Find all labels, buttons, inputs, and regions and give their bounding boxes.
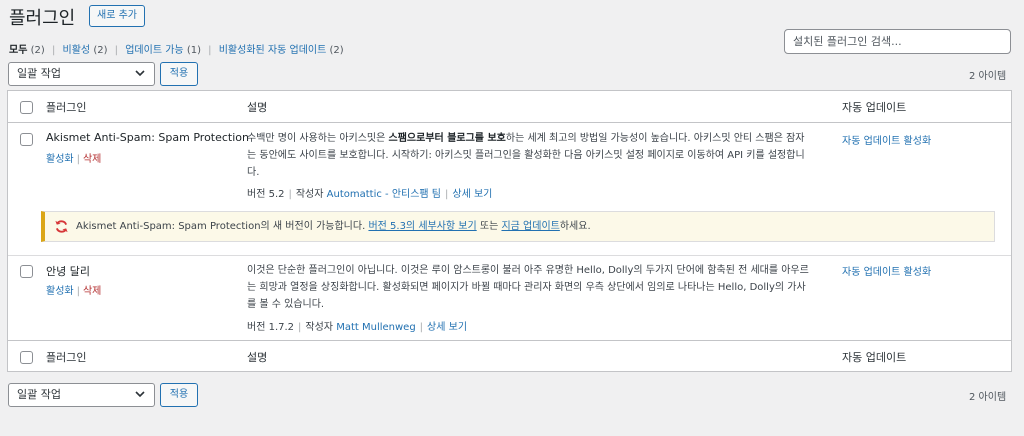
desc-text: 수백만 명이 사용하는 아키스밋은: [247, 133, 389, 144]
select-all-checkbox[interactable]: [20, 101, 33, 114]
view-version-details-link[interactable]: 버전 5.3의 세부사항 보기: [368, 221, 476, 232]
plugins-table: 플러그인 설명 자동 업데이트 Akismet Anti-Spam: Spam …: [7, 90, 1012, 372]
plugin-search-input[interactable]: [784, 29, 1011, 54]
chevron-down-icon: [135, 70, 145, 77]
row-divider: [8, 255, 1011, 256]
status-filters: 모두 (2) | 비활성 (2) | 업데이트 가능 (1) | 비활성화된 자…: [9, 41, 344, 56]
filter-auto-disabled-count: (2): [329, 45, 344, 56]
meta-separator: |: [445, 189, 449, 200]
filter-inactive-count: (2): [93, 45, 108, 56]
filter-all[interactable]: 모두: [9, 45, 27, 56]
filter-separator: |: [51, 45, 56, 56]
column-plugin-footer[interactable]: 플러그인: [46, 349, 86, 365]
page-title: 플러그인: [9, 8, 76, 29]
update-icon: [55, 220, 68, 233]
chevron-down-icon: [135, 391, 145, 398]
bulk-action-select-bottom[interactable]: 일괄 작업: [8, 383, 155, 407]
delete-link[interactable]: 삭제: [83, 286, 101, 297]
author-link[interactable]: Automattic - 안티스팸 팀: [327, 189, 441, 200]
add-new-button[interactable]: 새로 추가: [89, 5, 145, 27]
column-auto-update-footer: 자동 업데이트: [842, 351, 907, 364]
filter-update-available[interactable]: 업데이트 가능: [125, 45, 183, 56]
row-checkbox[interactable]: [20, 265, 33, 278]
author-label: 작성자: [295, 189, 324, 200]
plugin-version: 버전 1.7.2: [247, 322, 295, 333]
update-notice: Akismet Anti-Spam: Spam Protection의 새 버전…: [41, 211, 995, 242]
plugin-meta: 버전 5.2 | 작성자 Automattic - 안티스팸 팀 | 상세 보기: [247, 185, 492, 200]
meta-separator: |: [298, 322, 302, 333]
author-link[interactable]: Matt Mullenweg: [336, 322, 415, 333]
filter-auto-update-disabled[interactable]: 비활성화된 자동 업데이트: [219, 45, 327, 56]
plugin-version: 버전 5.2: [247, 189, 285, 200]
view-details-link[interactable]: 상세 보기: [427, 322, 467, 333]
filter-all-count: (2): [30, 45, 45, 56]
meta-separator: |: [288, 189, 292, 200]
meta-separator: |: [419, 322, 424, 333]
column-plugin[interactable]: 플러그인: [46, 99, 86, 115]
desc-bold-text: 스팸으로부터 블로그를 보호: [388, 133, 506, 144]
filter-inactive[interactable]: 비활성: [63, 45, 91, 56]
notice-text: 하세요.: [559, 221, 591, 232]
filter-separator: |: [208, 45, 212, 56]
enable-auto-update-link[interactable]: 자동 업데이트 활성화: [842, 132, 931, 147]
column-description-footer: 설명: [247, 351, 268, 364]
apply-button-bottom[interactable]: 적용: [160, 383, 198, 407]
row-actions: 활성화 | 삭제: [46, 150, 101, 165]
view-details-link[interactable]: 상세 보기: [452, 189, 492, 200]
items-count-bottom: 2 아이템: [969, 392, 1007, 403]
bulk-action-label: 일괄 작업: [17, 67, 61, 80]
header-divider: [8, 122, 1011, 123]
footer-divider: [8, 340, 1011, 341]
bulk-action-select-top[interactable]: 일괄 작업: [8, 62, 155, 86]
plugin-description: 수백만 명이 사용하는 아키스밋은 스팸으로부터 블로그를 보호하는 세계 최고…: [247, 130, 812, 181]
update-now-link[interactable]: 지금 업데이트: [501, 221, 559, 232]
plugin-description: 이것은 단순한 플러그인이 아닙니다. 이것은 루이 암스트롱이 불러 아주 유…: [247, 265, 809, 310]
action-separator: |: [76, 286, 80, 297]
activate-link[interactable]: 활성화: [46, 286, 74, 297]
items-count-top: 2 아이템: [969, 71, 1007, 82]
column-description: 설명: [247, 101, 268, 114]
apply-button-top[interactable]: 적용: [160, 62, 198, 86]
plugin-meta: 버전 1.7.2 | 작성자 Matt Mullenweg | 상세 보기: [247, 318, 467, 333]
row-checkbox[interactable]: [20, 133, 33, 146]
filter-separator: |: [114, 45, 119, 56]
plugin-name: Akismet Anti-Spam: Spam Protection: [46, 131, 250, 144]
notice-text: 또는: [476, 221, 502, 232]
delete-link[interactable]: 삭제: [83, 154, 101, 165]
action-separator: |: [76, 154, 80, 165]
column-auto-update: 자동 업데이트: [842, 101, 907, 114]
plugin-name: 안녕 달리: [46, 265, 90, 278]
select-all-checkbox-footer[interactable]: [20, 351, 33, 364]
activate-link[interactable]: 활성화: [46, 154, 74, 165]
notice-text: Akismet Anti-Spam: Spam Protection의 새 버전…: [76, 221, 369, 232]
enable-auto-update-link[interactable]: 자동 업데이트 활성화: [842, 263, 931, 278]
bulk-action-label: 일괄 작업: [17, 388, 61, 401]
author-label: 작성자: [305, 322, 334, 333]
row-actions: 활성화 | 삭제: [46, 282, 101, 297]
filter-update-count: (1): [186, 45, 201, 56]
